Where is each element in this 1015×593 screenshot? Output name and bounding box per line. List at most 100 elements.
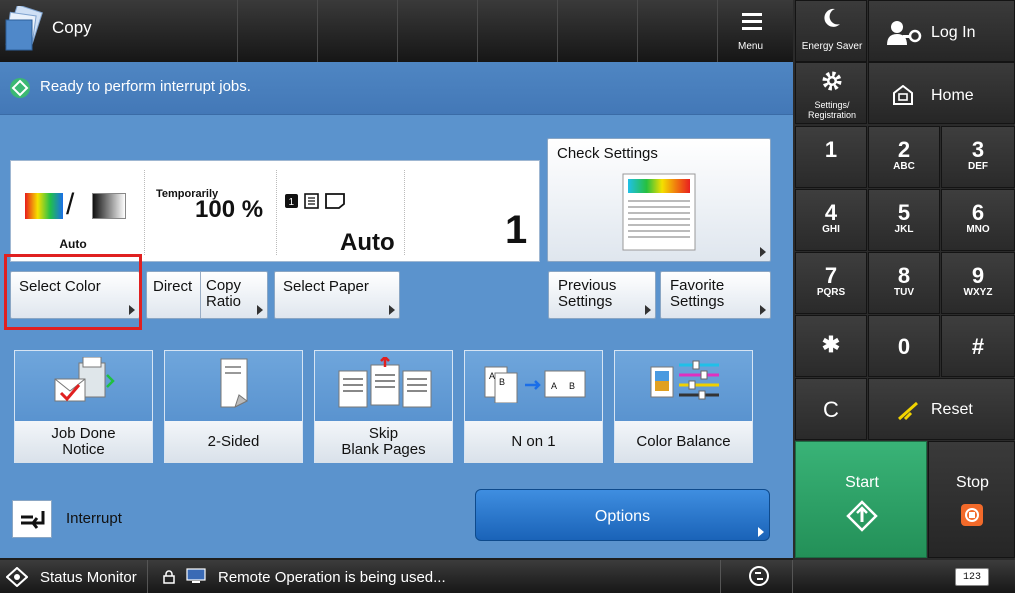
two-sided-icon bbox=[220, 358, 248, 408]
arrow-icon bbox=[389, 305, 395, 315]
n-on-1-button[interactable]: AB AB N on 1 bbox=[464, 350, 603, 463]
copy-app-icon bbox=[4, 4, 46, 52]
skip-blank-pages-label: Skip Blank Pages bbox=[315, 421, 452, 463]
options-button[interactable]: Options bbox=[475, 489, 770, 541]
copies-count: 1 bbox=[505, 208, 528, 252]
job-done-notice-label: Job Done Notice bbox=[15, 421, 152, 463]
color-slash: / bbox=[66, 188, 75, 221]
app-title: Copy bbox=[52, 18, 92, 37]
key-3[interactable]: 3 DEF bbox=[941, 126, 1015, 188]
key-0[interactable]: 0 bbox=[868, 315, 940, 377]
settings-registration-button[interactable]: Settings/ Registration bbox=[795, 62, 867, 124]
key-digit: 3 bbox=[971, 137, 985, 162]
key-4[interactable]: 4 GHI bbox=[795, 189, 867, 251]
copy-ratio-label: Copy Ratio bbox=[206, 277, 242, 310]
remote-link-icon bbox=[749, 566, 769, 586]
two-sided-button[interactable]: 2-Sided bbox=[164, 350, 303, 463]
select-paper-button[interactable]: Select Paper bbox=[274, 271, 400, 319]
direct-label: Direct bbox=[153, 278, 193, 295]
gear-icon bbox=[822, 71, 842, 91]
divider bbox=[144, 170, 145, 255]
svg-text:A: A bbox=[489, 371, 495, 381]
lock-icon bbox=[163, 570, 175, 584]
clear-button[interactable]: C bbox=[795, 378, 867, 440]
svg-text:1: 1 bbox=[289, 197, 295, 208]
svg-text:B: B bbox=[499, 377, 505, 387]
svg-text:B: B bbox=[569, 381, 575, 391]
key-digit: 2 bbox=[897, 137, 911, 162]
divider bbox=[200, 272, 201, 318]
key-letters: DEF bbox=[968, 161, 988, 172]
key-digit: ✱ bbox=[821, 332, 841, 357]
remote-icon-button[interactable] bbox=[720, 560, 793, 593]
key-8[interactable]: 8 TUV bbox=[868, 252, 940, 314]
arrow-icon bbox=[645, 305, 651, 315]
color-balance-button[interactable]: Color Balance bbox=[614, 350, 753, 463]
home-button[interactable]: Home bbox=[868, 62, 1015, 124]
status-message: Ready to perform interrupt jobs. bbox=[40, 78, 251, 95]
energy-saver-label: Energy Saver bbox=[801, 41, 863, 52]
reset-button[interactable]: Reset bbox=[868, 378, 1015, 440]
favorite-settings-button[interactable]: Favorite Settings bbox=[660, 271, 771, 319]
top-bar-slot bbox=[238, 0, 318, 62]
settings-registration-label: Settings/ Registration bbox=[807, 100, 857, 120]
key-digit: 6 bbox=[971, 200, 985, 225]
key-digit: 5 bbox=[897, 200, 911, 225]
top-bar-slot bbox=[638, 0, 718, 62]
menu-button[interactable]: Menu bbox=[720, 0, 793, 62]
paper-icons: 1 bbox=[285, 193, 345, 209]
key-digit: # bbox=[971, 334, 985, 359]
printer-mail-icon bbox=[54, 357, 115, 402]
key-letters: GHI bbox=[822, 224, 840, 235]
key-asterisk[interactable]: ✱ bbox=[795, 315, 867, 377]
key-letters: WXYZ bbox=[963, 287, 993, 298]
color-gradient-icon bbox=[25, 193, 63, 219]
key-7[interactable]: 7 PQRS bbox=[795, 252, 867, 314]
key-letters: TUV bbox=[894, 287, 914, 298]
previous-settings-button[interactable]: Previous Settings bbox=[548, 271, 656, 319]
key-hash[interactable]: # bbox=[941, 315, 1015, 377]
key-5[interactable]: 5 JKL bbox=[868, 189, 940, 251]
top-bar-slot bbox=[398, 0, 478, 62]
key-digit: 7 bbox=[824, 263, 838, 288]
key-digit: 4 bbox=[824, 200, 838, 225]
key-letters: ABC bbox=[893, 161, 915, 172]
login-label: Log In bbox=[931, 24, 976, 41]
login-button[interactable]: Log In bbox=[868, 0, 1015, 62]
energy-saver-button[interactable]: Energy Saver bbox=[795, 0, 867, 62]
key-letters: MNO bbox=[966, 224, 990, 235]
key-1[interactable]: 1 bbox=[795, 126, 867, 188]
copy-ratio-button[interactable]: Direct Copy Ratio bbox=[146, 271, 268, 319]
monitor-icon bbox=[186, 568, 206, 583]
copy-ratio-value: 100 % bbox=[195, 196, 264, 223]
start-label: Start bbox=[845, 474, 879, 491]
keypad-toggle-button[interactable]: 123 bbox=[955, 568, 989, 586]
arrow-icon bbox=[760, 305, 766, 315]
key-9[interactable]: 9 WXYZ bbox=[941, 252, 1015, 314]
skip-blank-pages-button[interactable]: Skip Blank Pages bbox=[314, 350, 453, 463]
svg-text:A: A bbox=[551, 381, 557, 391]
key-letters: PQRS bbox=[816, 287, 846, 298]
home-label: Home bbox=[931, 87, 974, 104]
select-paper-label: Select Paper bbox=[283, 278, 369, 295]
remote-operation-message: Remote Operation is being used... bbox=[218, 569, 446, 586]
key-6[interactable]: 6 MNO bbox=[941, 189, 1015, 251]
previous-settings-label: Previous Settings bbox=[558, 277, 617, 310]
status-monitor-label: Status Monitor bbox=[40, 569, 137, 586]
hamburger-icon bbox=[742, 13, 762, 30]
start-button[interactable]: Start bbox=[795, 441, 927, 558]
stop-icon bbox=[961, 504, 983, 526]
document-preview-icon bbox=[622, 173, 696, 251]
check-settings-label: Check Settings bbox=[557, 145, 658, 162]
key-digit: 8 bbox=[897, 263, 911, 288]
user-key-icon bbox=[887, 21, 922, 45]
job-done-notice-button[interactable]: Job Done Notice bbox=[14, 350, 153, 463]
interrupt-button[interactable]: Interrupt bbox=[10, 496, 150, 542]
stop-button[interactable]: Stop bbox=[928, 441, 1015, 558]
bw-gradient-icon bbox=[92, 193, 126, 219]
moon-icon bbox=[824, 8, 840, 27]
arrow-icon bbox=[760, 247, 766, 257]
key-2[interactable]: 2 ABC bbox=[868, 126, 940, 188]
check-settings-button[interactable]: Check Settings bbox=[547, 138, 771, 262]
status-monitor-button[interactable]: Status Monitor bbox=[0, 560, 148, 593]
